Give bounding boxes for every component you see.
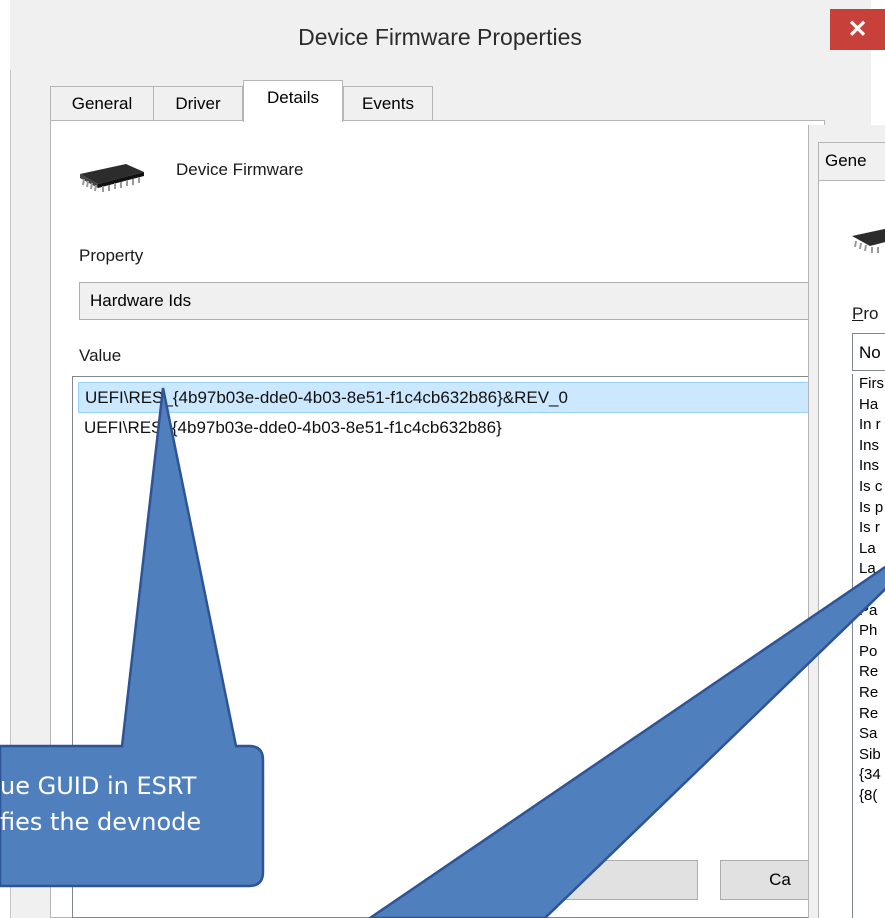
callout-pointer — [367, 565, 885, 918]
callout-line-2: fies the devnode — [0, 808, 202, 836]
callout-text: ue GUID in ESRT fies the devnode — [0, 768, 220, 840]
callout-line-1: ue GUID in ESRT — [0, 772, 197, 800]
